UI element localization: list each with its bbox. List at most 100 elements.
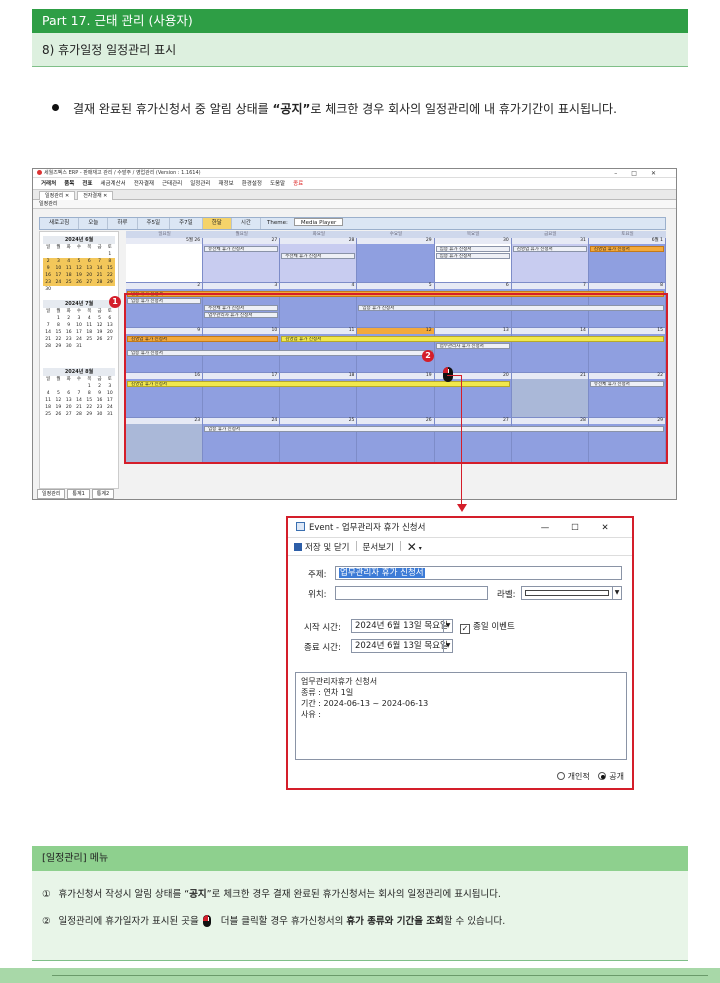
mini-day[interactable]: 25 xyxy=(84,336,94,343)
mini-day[interactable]: 19 xyxy=(53,404,63,411)
mini-day[interactable]: 12 xyxy=(94,322,104,329)
calendar-day[interactable]: 31 xyxy=(511,238,589,283)
doc-view-button[interactable]: 문서보기 xyxy=(363,543,394,553)
toolbar-button[interactable]: 주5일 xyxy=(138,218,171,229)
mini-day[interactable]: 22 xyxy=(84,404,94,411)
mini-day[interactable]: 26 xyxy=(94,336,104,343)
mini-day[interactable]: 26 xyxy=(73,279,85,286)
mini-day[interactable]: 15 xyxy=(104,265,115,272)
calendar-event[interactable]: 주선체 휴가 신청서 xyxy=(281,253,356,259)
mini-day[interactable] xyxy=(74,383,84,390)
mini-day[interactable]: 4 xyxy=(84,315,94,322)
theme-select[interactable]: Media Player xyxy=(293,218,344,226)
calendar-day[interactable]: 27 xyxy=(203,238,281,283)
mini-day[interactable]: 25 xyxy=(43,411,53,418)
menu-item[interactable]: 품목 xyxy=(64,181,74,187)
toolbar-button[interactable]: 새로고침 xyxy=(40,218,80,229)
mini-day[interactable]: 14 xyxy=(43,329,53,336)
mini-day[interactable]: 20 xyxy=(84,272,95,279)
mini-day[interactable]: 11 xyxy=(43,397,53,404)
mini-day[interactable] xyxy=(94,251,104,258)
window-controls[interactable]: –□✕ xyxy=(614,169,670,178)
calendar-event[interactable]: 김영업 휴가 신청서 xyxy=(589,246,664,252)
toolbar-button[interactable]: 주7일 xyxy=(170,218,203,229)
mini-day[interactable]: 11 xyxy=(84,322,94,329)
save-close-button[interactable]: 저장 및 닫기 xyxy=(305,543,350,553)
end-date-select[interactable]: 2024년 6월 13일 목요일 ▼ xyxy=(351,639,453,653)
calendar-event[interactable]: 김영업 휴가 신청서 xyxy=(512,246,587,252)
mini-day[interactable]: 18 xyxy=(43,404,53,411)
mini-day[interactable]: 25 xyxy=(63,279,74,286)
mini-day[interactable]: 16 xyxy=(94,397,104,404)
mini-day[interactable]: 8 xyxy=(84,390,94,397)
mini-day[interactable]: 13 xyxy=(105,322,115,329)
mini-day[interactable]: 29 xyxy=(104,279,115,286)
start-date-select[interactable]: 2024년 6월 13일 목요일 ▼ xyxy=(351,619,453,633)
mini-day[interactable]: 19 xyxy=(73,272,85,279)
mini-day[interactable]: 5 xyxy=(94,315,104,322)
mini-day[interactable]: 10 xyxy=(105,390,115,397)
mini-day[interactable]: 14 xyxy=(74,397,84,404)
subject-input[interactable]: 업무관리자 휴가 신청서 xyxy=(335,566,622,580)
mini-day[interactable]: 6 xyxy=(64,390,74,397)
mini-day[interactable]: 9 xyxy=(94,390,104,397)
mini-day[interactable]: 1 xyxy=(105,251,115,258)
mini-day[interactable]: 3 xyxy=(105,383,115,390)
menu-item[interactable]: 환경설정 xyxy=(242,181,262,187)
mini-day[interactable]: 4 xyxy=(43,390,53,397)
calendar-event[interactable]: 임승 휴가 신청서 xyxy=(435,246,510,252)
mini-day[interactable]: 17 xyxy=(53,272,64,279)
mini-day[interactable] xyxy=(64,383,74,390)
menu-item[interactable]: 세금계산서 xyxy=(100,181,125,187)
mini-day[interactable]: 11 xyxy=(63,265,74,272)
mini-day[interactable]: 6 xyxy=(84,258,95,265)
mini-day[interactable]: 5 xyxy=(73,258,85,265)
menu-item[interactable]: 거래처 xyxy=(41,181,56,187)
mini-day[interactable]: 1 xyxy=(84,383,94,390)
mini-day[interactable]: 24 xyxy=(74,336,84,343)
calendar-day[interactable]: 30 xyxy=(434,238,512,283)
mini-day[interactable]: 29 xyxy=(53,343,63,350)
toolbar-button[interactable]: 하루 xyxy=(108,218,138,229)
mini-day[interactable]: 18 xyxy=(63,272,74,279)
toolbar-button[interactable]: 시간 xyxy=(232,218,261,229)
location-input[interactable] xyxy=(335,586,488,600)
bottom-tab[interactable]: 통계2 xyxy=(91,489,115,499)
mini-day[interactable]: 28 xyxy=(74,411,84,418)
mini-day[interactable] xyxy=(43,251,53,258)
mini-day[interactable]: 23 xyxy=(94,404,104,411)
mini-day[interactable]: 18 xyxy=(84,329,94,336)
mini-day[interactable]: 9 xyxy=(43,265,54,272)
mini-day[interactable] xyxy=(84,251,94,258)
mini-day[interactable]: 15 xyxy=(53,329,63,336)
menu-item[interactable]: 종료 xyxy=(293,181,303,187)
mini-day[interactable]: 12 xyxy=(73,265,85,272)
mini-day[interactable]: 3 xyxy=(74,315,84,322)
mini-day[interactable]: 8 xyxy=(53,322,63,329)
mini-day[interactable]: 30 xyxy=(43,286,53,293)
public-radio[interactable]: 공개 xyxy=(598,772,624,781)
mini-day[interactable]: 20 xyxy=(105,329,115,336)
menu-item[interactable]: 근태관리 xyxy=(162,181,182,187)
label-select[interactable]: ▼ xyxy=(521,586,622,600)
mini-day[interactable]: 7 xyxy=(43,322,53,329)
mini-day[interactable]: 16 xyxy=(43,272,54,279)
calendar-event[interactable]: 임승 휴가 신청서 xyxy=(435,253,510,259)
mini-day[interactable]: 17 xyxy=(105,397,115,404)
menu-item[interactable]: 재정보 xyxy=(219,181,234,187)
mini-day[interactable]: 7 xyxy=(74,390,84,397)
mini-day[interactable] xyxy=(43,383,53,390)
mini-day[interactable]: 16 xyxy=(64,329,74,336)
mini-day[interactable] xyxy=(53,251,63,258)
mini-day[interactable]: 30 xyxy=(64,343,74,350)
mini-day[interactable]: 9 xyxy=(64,322,74,329)
mini-day[interactable]: 2 xyxy=(94,383,104,390)
mini-day[interactable]: 29 xyxy=(84,411,94,418)
menu-item[interactable]: 도움말 xyxy=(270,181,285,187)
mini-day[interactable]: 22 xyxy=(104,272,115,279)
calendar-day[interactable]: 28 xyxy=(280,238,358,283)
mini-day[interactable]: 27 xyxy=(105,336,115,343)
calendar-day[interactable]: 5월 26 xyxy=(126,238,204,283)
mini-day[interactable]: 20 xyxy=(64,404,74,411)
mini-day[interactable] xyxy=(53,383,63,390)
